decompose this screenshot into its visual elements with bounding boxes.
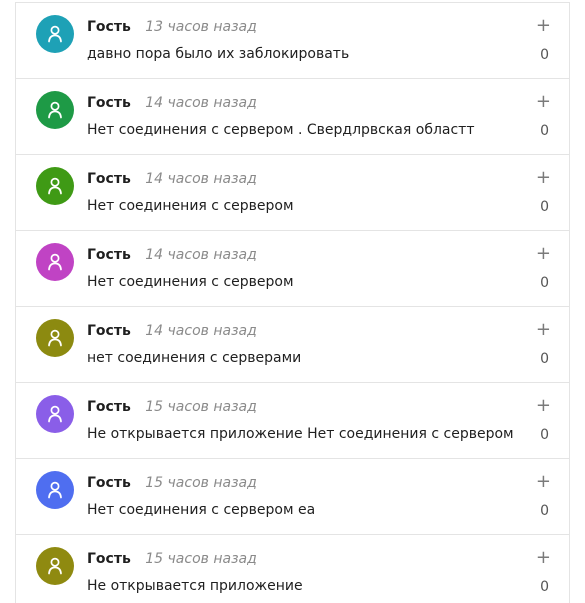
comment-text: Нет соединения с сервером (87, 198, 294, 214)
upvote-button[interactable]: + (536, 321, 551, 339)
upvote-button[interactable]: + (536, 17, 551, 35)
vote-count: 0 (540, 579, 549, 595)
comment-author: Гость (87, 95, 131, 111)
comment-meta: Гость 14 часов назад (87, 246, 257, 264)
comment-text: Нет соединения с сервером ea (87, 502, 316, 518)
comment-item: Гость 15 часов назад Не открывается прил… (16, 535, 569, 603)
comment-author: Гость (87, 399, 131, 415)
avatar (36, 15, 74, 53)
comments-page: Гость 13 часов назад давно пора было их … (0, 0, 585, 603)
comment-text: Не открывается приложение (87, 578, 303, 594)
comment-timestamp: 15 часов назад (145, 399, 257, 415)
avatar (36, 167, 74, 205)
upvote-button[interactable]: + (536, 93, 551, 111)
comment-author: Гость (87, 475, 131, 491)
avatar (36, 471, 74, 509)
comment-item: Гость 15 часов назад Нет соединения с се… (16, 459, 569, 535)
user-icon (47, 481, 63, 499)
user-icon (47, 177, 63, 195)
comment-item: Гость 14 часов назад Нет соединения с се… (16, 155, 569, 231)
comment-meta: Гость 13 часов назад (87, 18, 257, 36)
comment-timestamp: 14 часов назад (145, 247, 257, 263)
avatar (36, 319, 74, 357)
comment-text: давно пора было их заблокировать (87, 46, 350, 62)
comment-meta: Гость 15 часов назад (87, 398, 257, 416)
comment-text: Не открывается приложение Нет соединения… (87, 426, 514, 442)
comment-author: Гость (87, 19, 131, 35)
comment-timestamp: 14 часов назад (145, 171, 257, 187)
comment-item: Гость 15 часов назад Не открывается прил… (16, 383, 569, 459)
comment-author: Гость (87, 247, 131, 263)
comment-meta: Гость 15 часов назад (87, 550, 257, 568)
vote-count: 0 (540, 275, 549, 291)
comment-text: Нет соединения с сервером . Свердлрвская… (87, 122, 475, 138)
user-icon (47, 253, 63, 271)
comment-item: Гость 14 часов назад Нет соединения с се… (16, 231, 569, 307)
comment-meta: Гость 14 часов назад (87, 170, 257, 188)
comment-item: Гость 13 часов назад давно пора было их … (16, 3, 569, 79)
upvote-button[interactable]: + (536, 397, 551, 415)
avatar (36, 395, 74, 433)
vote-count: 0 (540, 47, 549, 63)
comment-author: Гость (87, 171, 131, 187)
upvote-button[interactable]: + (536, 473, 551, 491)
upvote-button[interactable]: + (536, 549, 551, 567)
comment-timestamp: 13 часов назад (145, 19, 257, 35)
comment-timestamp: 14 часов назад (145, 95, 257, 111)
comment-author: Гость (87, 323, 131, 339)
user-icon (47, 405, 63, 423)
vote-count: 0 (540, 427, 549, 443)
upvote-button[interactable]: + (536, 169, 551, 187)
comment-author: Гость (87, 551, 131, 567)
comment-timestamp: 15 часов назад (145, 475, 257, 491)
vote-count: 0 (540, 503, 549, 519)
avatar (36, 547, 74, 585)
comment-feed: Гость 13 часов назад давно пора было их … (15, 2, 570, 603)
comment-item: Гость 14 часов назад Нет соединения с се… (16, 79, 569, 155)
comment-meta: Гость 15 часов назад (87, 474, 257, 492)
comment-text: Нет соединения с сервером (87, 274, 294, 290)
comment-timestamp: 14 часов назад (145, 323, 257, 339)
user-icon (47, 25, 63, 43)
comment-timestamp: 15 часов назад (145, 551, 257, 567)
avatar (36, 91, 74, 129)
vote-count: 0 (540, 199, 549, 215)
comment-item: Гость 14 часов назад нет соединения с се… (16, 307, 569, 383)
user-icon (47, 557, 63, 575)
upvote-button[interactable]: + (536, 245, 551, 263)
comment-meta: Гость 14 часов назад (87, 94, 257, 112)
vote-count: 0 (540, 123, 549, 139)
comment-meta: Гость 14 часов назад (87, 322, 257, 340)
user-icon (47, 101, 63, 119)
vote-count: 0 (540, 351, 549, 367)
comment-text: нет соединения с серверами (87, 350, 302, 366)
avatar (36, 243, 74, 281)
user-icon (47, 329, 63, 347)
